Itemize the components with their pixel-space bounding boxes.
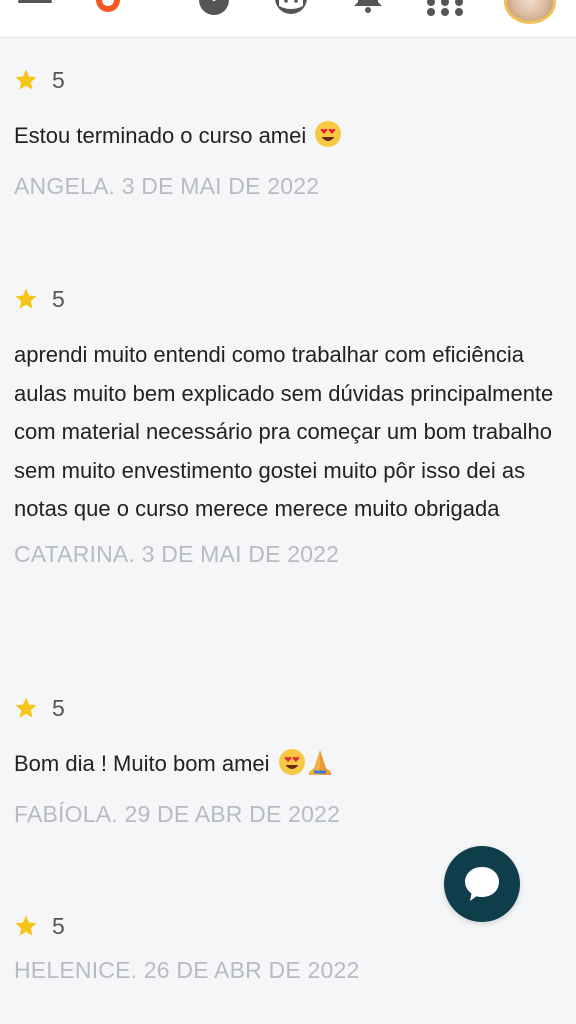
rating-score: 5 xyxy=(52,912,65,939)
review-text: Bom dia ! Muito bom amei xyxy=(14,745,564,789)
review-text: aprendi muito entendi como trabalhar com… xyxy=(14,342,554,521)
review-text: Estou terminado o curso amei xyxy=(14,117,564,161)
star-icon xyxy=(15,697,37,718)
review-author-date: HELENICE. 26 DE ABR DE 2022 xyxy=(14,957,360,983)
star-icon xyxy=(15,915,37,936)
chat-button[interactable] xyxy=(444,846,520,922)
review-item: 5 HELENICE. 26 DE ABR DE 2022 xyxy=(14,913,564,984)
rating-score: 5 xyxy=(52,285,65,312)
avatar[interactable] xyxy=(504,0,556,24)
logo-icon[interactable] xyxy=(94,0,122,18)
folded-hands-emoji-icon xyxy=(306,748,334,789)
apps-grid-icon[interactable] xyxy=(425,0,465,16)
menu-icon[interactable] xyxy=(18,0,52,6)
review-author-date: ANGELA. 3 DE MAI DE 2022 xyxy=(14,172,320,199)
star-icon xyxy=(15,69,37,90)
review-item: 5 Bom dia ! Muito bom amei FABÍOLA. 29 D… xyxy=(14,695,564,828)
star-icon xyxy=(15,288,37,309)
review-item: 5 Estou terminado o curso amei ANGELA. 3… xyxy=(14,67,564,200)
chat-bubble-icon xyxy=(465,867,499,901)
heart-eyes-emoji-icon xyxy=(278,748,306,789)
rating: 5 xyxy=(14,286,564,312)
cat-icon[interactable] xyxy=(272,0,310,16)
review-author-date: FABÍOLA. 29 DE ABR DE 2022 xyxy=(14,800,341,827)
rating-score: 5 xyxy=(52,66,65,93)
rating: 5 xyxy=(14,67,564,93)
review-item: 5 aprendi muito entendi como trabalhar c… xyxy=(14,286,564,568)
heart-eyes-emoji-icon xyxy=(314,120,342,161)
rating-score: 5 xyxy=(52,694,65,721)
rating: 5 xyxy=(14,695,564,721)
bell-icon[interactable] xyxy=(352,0,384,16)
review-author-date: CATARINA. 3 DE MAI DE 2022 xyxy=(14,540,340,567)
help-icon[interactable] xyxy=(198,0,230,16)
top-nav-bar xyxy=(0,0,576,38)
